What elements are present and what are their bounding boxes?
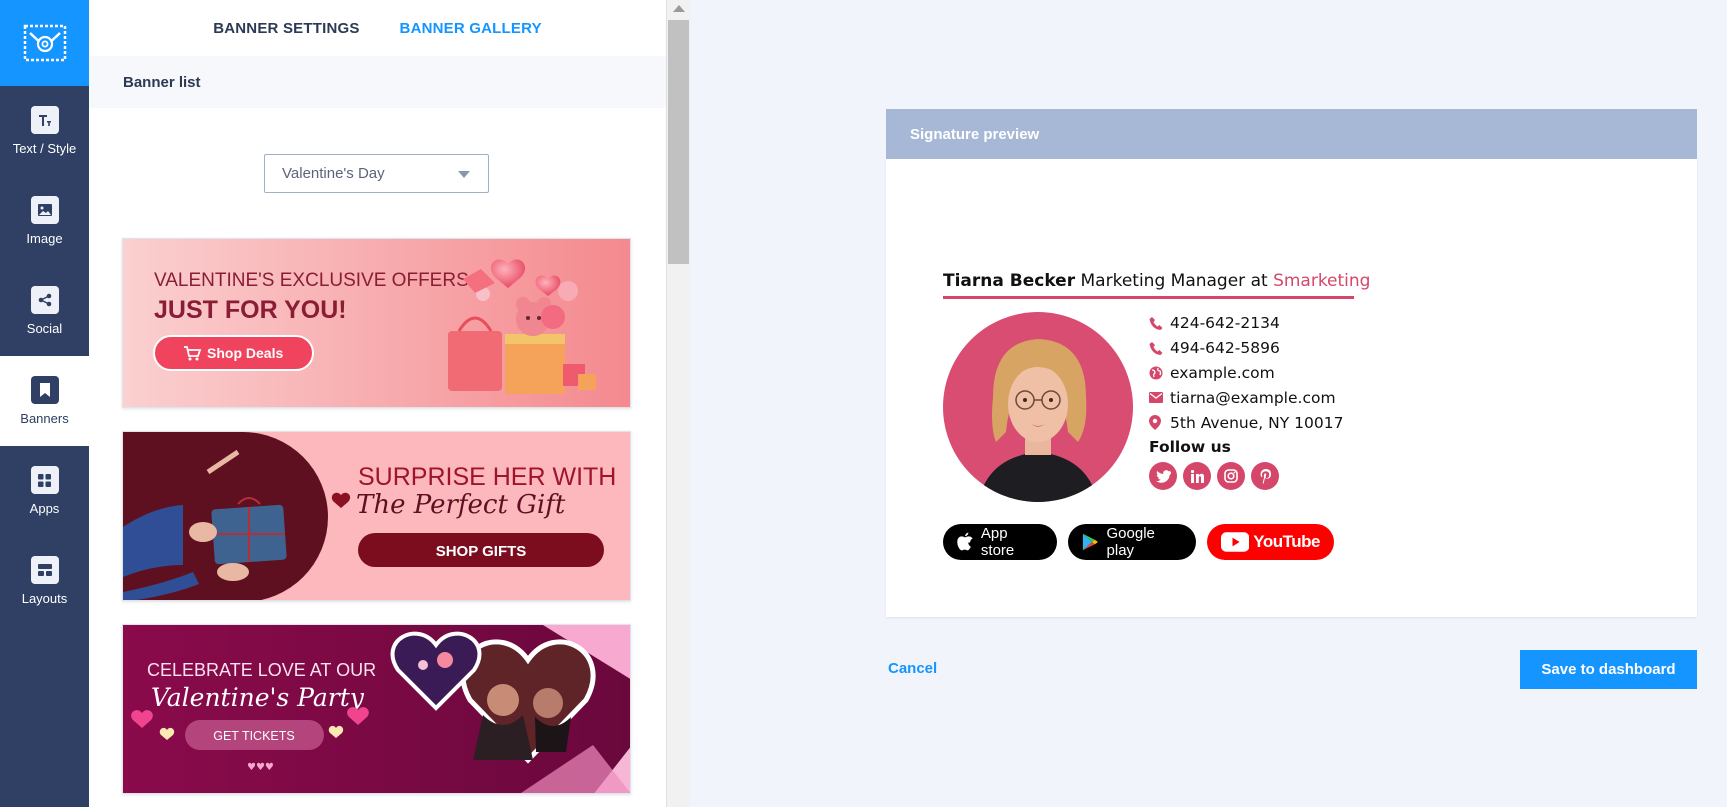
signature-preview-body: Tiarna Becker Marketing Manager at Smark… (886, 159, 1697, 617)
youtube-play-icon (1221, 532, 1250, 552)
contact-row-phone-2[interactable]: 494-642-5896 (1149, 335, 1343, 360)
signature-name: Tiarna Becker (943, 271, 1076, 291)
banner-perfect-gift[interactable]: SURPRISE HER WITH The Perfect Gift SHOP … (122, 431, 631, 601)
tab-bar: BANNER SETTINGS BANNER GALLERY (89, 0, 666, 56)
banner-list-title: Banner list (123, 73, 201, 91)
app-store-label: App store (980, 525, 1015, 559)
selected-category: Valentine's Day (282, 165, 385, 182)
phone-icon (1149, 341, 1170, 355)
share-icon (30, 286, 59, 314)
app-store-button[interactable]: App store (943, 524, 1057, 560)
signature-contacts: 424-642-2134 494-642-5896 example.com ti… (1149, 310, 1343, 435)
nav-item-text-style[interactable]: Text / Style (0, 86, 89, 176)
youtube-label: YouTube (1253, 532, 1320, 551)
banner-category-select[interactable]: Valentine's Day (264, 154, 489, 193)
location-pin-icon (1149, 415, 1170, 430)
nav-item-label: Apps (29, 501, 60, 516)
app-logo[interactable] (0, 0, 89, 86)
banner-1-line2: JUST FOR YOU! (154, 296, 347, 324)
nav-item-banners[interactable]: Banners (0, 356, 89, 446)
google-play-button[interactable]: Google play (1068, 524, 1196, 560)
nav-item-label: Text / Style (12, 141, 77, 156)
follow-us-label: Follow us (1149, 438, 1231, 456)
svg-text:♥♥♥: ♥♥♥ (247, 762, 274, 773)
tab-banner-settings[interactable]: BANNER SETTINGS (213, 20, 359, 37)
banner-valentines-party[interactable]: CELEBRATE LOVE AT OUR Valentine's Party … (122, 624, 631, 794)
contact-row-website[interactable]: example.com (1149, 360, 1343, 385)
left-nav: Text / Style Image Social Banners Apps L… (0, 0, 89, 807)
signature-preview-title: Signature preview (910, 125, 1040, 143)
chevron-down-icon (458, 171, 470, 178)
youtube-button[interactable]: YouTube (1207, 524, 1334, 560)
signature-role: Marketing Manager at (1080, 271, 1268, 291)
image-icon (30, 196, 59, 224)
signature-photo (943, 312, 1133, 502)
bookmark-icon (30, 376, 59, 404)
phone-icon (1149, 316, 1170, 330)
signature-preview-header: Signature preview (886, 109, 1697, 159)
scrollbar-thumb[interactable] (668, 20, 689, 264)
banner-1-cta: Shop Deals (207, 345, 283, 361)
banner-3-cta: GET TICKETS (213, 729, 295, 743)
cancel-button[interactable]: Cancel (888, 660, 937, 677)
globe-icon (1149, 366, 1170, 380)
nav-item-layouts[interactable]: Layouts (0, 536, 89, 626)
app-badges: App store Google play YouTube (943, 524, 1334, 560)
nav-item-apps[interactable]: Apps (0, 446, 89, 536)
contact-row-email[interactable]: tiarna@example.com (1149, 385, 1343, 410)
google-play-icon (1082, 533, 1099, 551)
nav-item-label: Image (26, 231, 63, 246)
scroll-up-arrow-icon[interactable] (673, 5, 685, 12)
banner-1-cta-button[interactable]: Shop Deals (153, 335, 314, 371)
signature-company: Smarketing (1273, 271, 1371, 291)
banner-2-cta-button[interactable]: SHOP GIFTS (358, 533, 604, 567)
mail-icon (1149, 392, 1170, 403)
email-stamp-logo-icon (23, 24, 66, 62)
contact-row-address[interactable]: 5th Avenue, NY 10017 (1149, 410, 1343, 435)
panel-scrollbar[interactable] (666, 0, 690, 807)
banner-3-line1: CELEBRATE LOVE AT OUR (147, 660, 376, 680)
banner-panel: BANNER SETTINGS BANNER GALLERY Banner li… (89, 0, 666, 807)
apps-grid-icon (30, 466, 59, 494)
layout-icon (30, 556, 59, 584)
tab-banner-gallery[interactable]: BANNER GALLERY (400, 20, 542, 37)
nav-item-social[interactable]: Social (0, 266, 89, 356)
save-to-dashboard-button[interactable]: Save to dashboard (1520, 650, 1697, 689)
banner-2-line1: SURPRISE HER WITH (358, 463, 616, 491)
apple-icon (957, 532, 973, 551)
nav-item-label: Banners (20, 411, 69, 426)
signature-divider (943, 296, 1354, 299)
instagram-icon[interactable] (1217, 462, 1245, 490)
banner-list-header: Banner list (89, 56, 666, 108)
nav-item-image[interactable]: Image (0, 176, 89, 266)
contact-row-phone-1[interactable]: 424-642-2134 (1149, 310, 1343, 335)
twitter-icon[interactable] (1149, 462, 1177, 490)
linkedin-icon[interactable] (1183, 462, 1211, 490)
signature-name-line: Tiarna Becker Marketing Manager at Smark… (943, 271, 1370, 291)
text-style-icon (30, 106, 59, 134)
banner-1-line1: VALENTINE'S EXCLUSIVE OFFERS (154, 270, 469, 291)
banner-3-cta-button[interactable]: GET TICKETS (185, 720, 324, 750)
nav-item-label: Social (26, 321, 63, 336)
google-play-label: Google play (1106, 525, 1155, 559)
nav-item-label: Layouts (21, 591, 68, 606)
banner-3-line2: Valentine's Party (151, 683, 365, 712)
social-icons (1149, 462, 1279, 490)
pinterest-icon[interactable] (1251, 462, 1279, 490)
banner-valentines-offers[interactable]: VALENTINE'S EXCLUSIVE OFFERS JUST FOR YO… (122, 238, 631, 408)
banner-2-line2: The Perfect Gift (356, 490, 566, 520)
banner-2-cta: SHOP GIFTS (436, 543, 527, 560)
